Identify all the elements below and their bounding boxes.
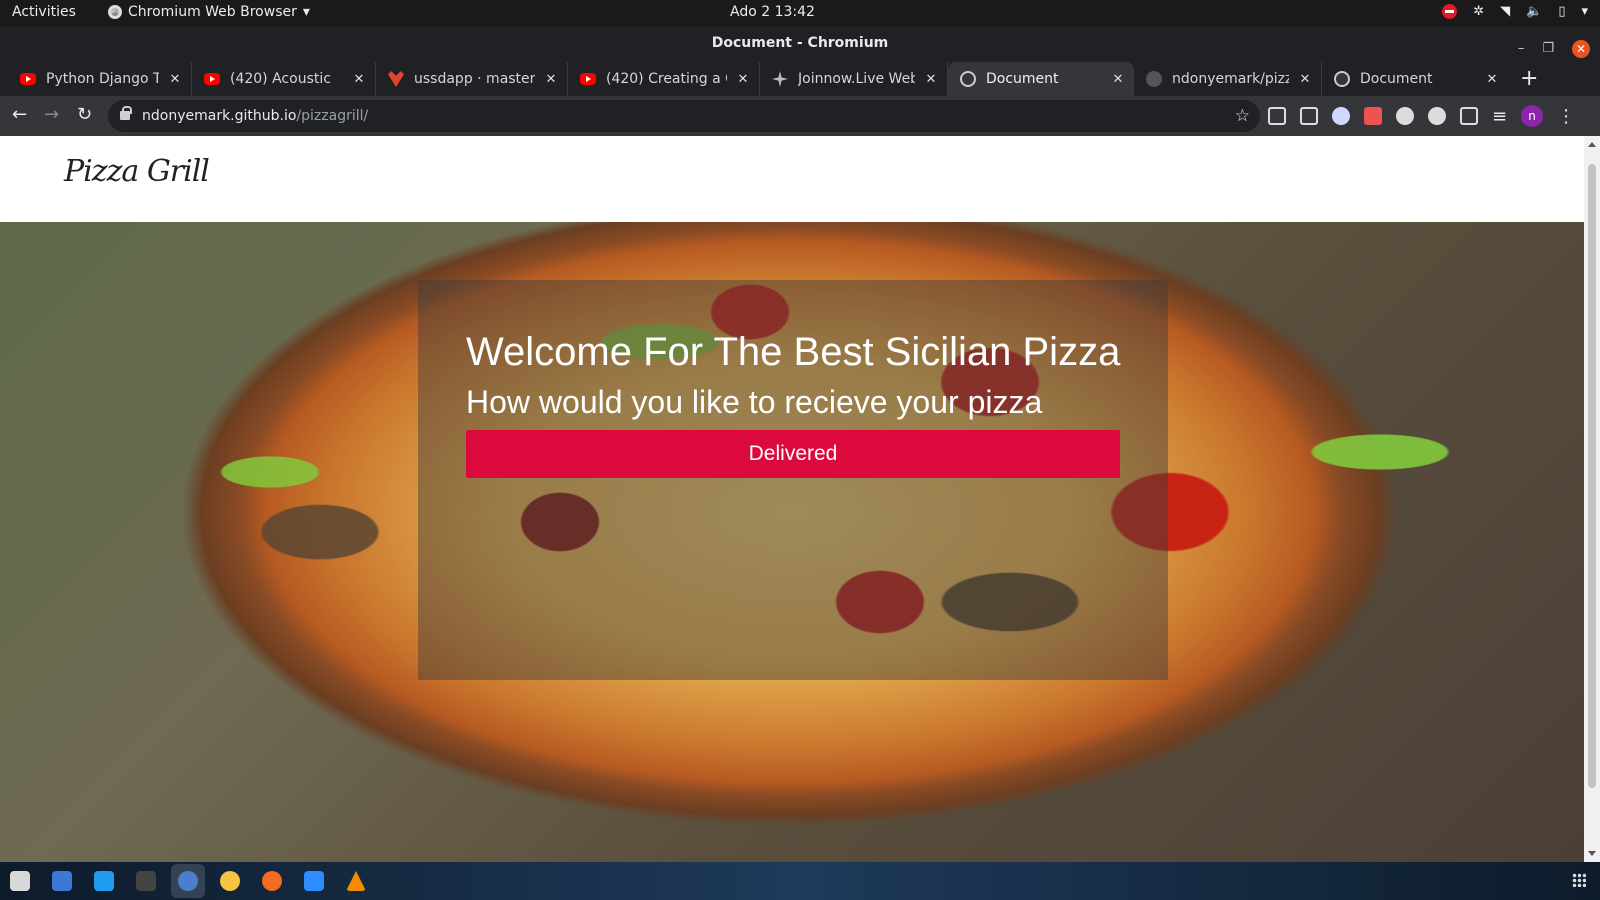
extension-record-icon[interactable]: [1364, 107, 1382, 125]
hero-overlay-card: Welcome For The Best Sicilian Pizza How …: [418, 280, 1168, 680]
site-logo[interactable]: Pizza Grill: [64, 154, 210, 189]
tab-label: Document: [986, 71, 1059, 87]
system-clock[interactable]: Ado 2 13:42: [730, 4, 815, 20]
tab[interactable]: ndonyemark/pizza ✕: [1134, 62, 1322, 96]
tab-label: Joinnow.Live Web: [798, 71, 915, 87]
tab-label: (420) Acoustic: [230, 71, 331, 87]
wifi-icon[interactable]: ◥: [1500, 4, 1510, 19]
reload-icon[interactable]: ↻: [77, 104, 92, 125]
tab[interactable]: Document ✕: [1322, 62, 1508, 96]
gitlab-icon: [388, 71, 404, 87]
tab-label: Document: [1360, 71, 1433, 87]
joinnow-icon: [772, 71, 788, 87]
tab-strip: Python Django Tu ✕ (420) Acoustic ✕ ussd…: [0, 59, 1600, 96]
page-scrollbar[interactable]: [1584, 136, 1600, 862]
media-control-icon[interactable]: ≡: [1492, 106, 1507, 127]
site-header: Pizza Grill: [0, 136, 1584, 222]
globe-icon: [1334, 71, 1350, 87]
chevron-down-icon[interactable]: ▾: [1581, 4, 1588, 19]
vscode-icon[interactable]: [94, 871, 114, 891]
profile-avatar[interactable]: n: [1521, 105, 1544, 127]
dock: [0, 862, 1600, 900]
close-tab-icon[interactable]: ✕: [1110, 72, 1126, 87]
battery-icon[interactable]: ▯: [1558, 4, 1565, 19]
bookmark-star-icon[interactable]: ☆: [1235, 100, 1250, 132]
chromium-icon: [108, 5, 122, 19]
close-tab-icon[interactable]: ✕: [167, 72, 183, 87]
github-icon: [1146, 71, 1162, 87]
scroll-down-icon[interactable]: [1588, 851, 1596, 856]
browser-toolbar: ← → ↻ ndonyemark.github.io/pizzagrill/ ☆…: [0, 96, 1600, 136]
system-tray[interactable]: ✲ ◥ 🔈 ▯ ▾: [1442, 4, 1588, 19]
volume-icon[interactable]: 🔈: [1526, 4, 1542, 19]
slack-icon[interactable]: [220, 871, 240, 891]
scroll-up-icon[interactable]: [1588, 142, 1596, 147]
chevron-down-icon: ▾: [302, 4, 310, 20]
close-tab-icon[interactable]: ✕: [923, 72, 939, 87]
window-title: Document - Chromium: [711, 35, 889, 51]
globe-icon: [960, 71, 976, 87]
kebab-menu-icon[interactable]: ⋮: [1557, 106, 1575, 127]
tab-label: Python Django Tu: [46, 71, 159, 87]
hero-subtitle: How would you like to recieve your pizza: [466, 384, 1043, 420]
tab[interactable]: (420) Acoustic ✕: [192, 62, 376, 96]
activities-button[interactable]: Activities: [12, 4, 76, 20]
close-tab-icon[interactable]: ✕: [1297, 72, 1313, 87]
tab[interactable]: (420) Creating a C ✕: [568, 62, 760, 96]
files-icon[interactable]: [10, 871, 30, 891]
zoom-icon[interactable]: [304, 871, 324, 891]
tab-active[interactable]: Document ✕: [948, 62, 1134, 96]
close-window-icon[interactable]: ✕: [1572, 40, 1590, 58]
url-host: ndonyemark.github.io: [142, 108, 297, 124]
close-tab-icon[interactable]: ✕: [735, 72, 751, 87]
new-tab-button[interactable]: +: [1520, 66, 1538, 91]
extension-circle-icon[interactable]: [1396, 107, 1414, 125]
slack-icon[interactable]: ✲: [1473, 4, 1484, 19]
extension-cube-icon[interactable]: [1300, 107, 1318, 125]
close-tab-icon[interactable]: ✕: [1484, 72, 1500, 87]
postman-icon[interactable]: [262, 871, 282, 891]
extensions-area: ≡ n ⋮: [1268, 105, 1575, 127]
lock-icon[interactable]: [120, 106, 132, 120]
app-menu[interactable]: Chromium Web Browser ▾: [108, 4, 310, 20]
tab-label: (420) Creating a C: [606, 71, 727, 87]
tab-label: ndonyemark/pizza: [1172, 71, 1289, 87]
do-not-disturb-icon[interactable]: [1442, 4, 1458, 19]
text-editor-icon[interactable]: [52, 871, 72, 891]
address-bar[interactable]: ndonyemark.github.io/pizzagrill/ ☆: [108, 100, 1260, 132]
window-titlebar: Document - Chromium – ❐ ✕: [0, 27, 1600, 59]
close-tab-icon[interactable]: ✕: [543, 72, 559, 87]
terminal-icon[interactable]: [136, 871, 156, 891]
tab[interactable]: ussdapp · master ✕: [376, 62, 568, 96]
scrollbar-thumb[interactable]: [1588, 164, 1596, 788]
tab[interactable]: Python Django Tu ✕: [8, 62, 192, 96]
delivered-button[interactable]: Delivered: [466, 430, 1120, 478]
extension-nl-icon[interactable]: [1268, 107, 1286, 125]
back-icon[interactable]: ←: [12, 104, 27, 125]
youtube-icon: [204, 73, 220, 85]
show-applications-icon[interactable]: [1572, 873, 1586, 887]
extension-cloud-icon[interactable]: [1332, 107, 1350, 125]
youtube-icon: [20, 73, 36, 85]
youtube-icon: [580, 73, 596, 85]
tab[interactable]: Joinnow.Live Web ✕: [760, 62, 948, 96]
close-tab-icon[interactable]: ✕: [351, 72, 367, 87]
extension-dark-icon[interactable]: [1428, 107, 1446, 125]
chromium-icon[interactable]: [178, 871, 198, 891]
hero-title: Welcome For The Best Sicilian Pizza: [466, 330, 1121, 374]
extension-camera-icon[interactable]: [1460, 107, 1478, 125]
url-path: /pizzagrill/: [296, 108, 369, 124]
page-viewport: Pizza Grill Welcome For The Best Sicilia…: [0, 136, 1584, 862]
forward-icon[interactable]: →: [44, 104, 59, 125]
tab-label: ussdapp · master: [414, 71, 535, 87]
system-top-bar: Activities Chromium Web Browser ▾ Ado 2 …: [0, 0, 1600, 27]
vlc-icon[interactable]: [346, 871, 366, 891]
app-menu-label: Chromium Web Browser: [128, 4, 297, 20]
hero-pizza-image: Welcome For The Best Sicilian Pizza How …: [0, 222, 1584, 862]
